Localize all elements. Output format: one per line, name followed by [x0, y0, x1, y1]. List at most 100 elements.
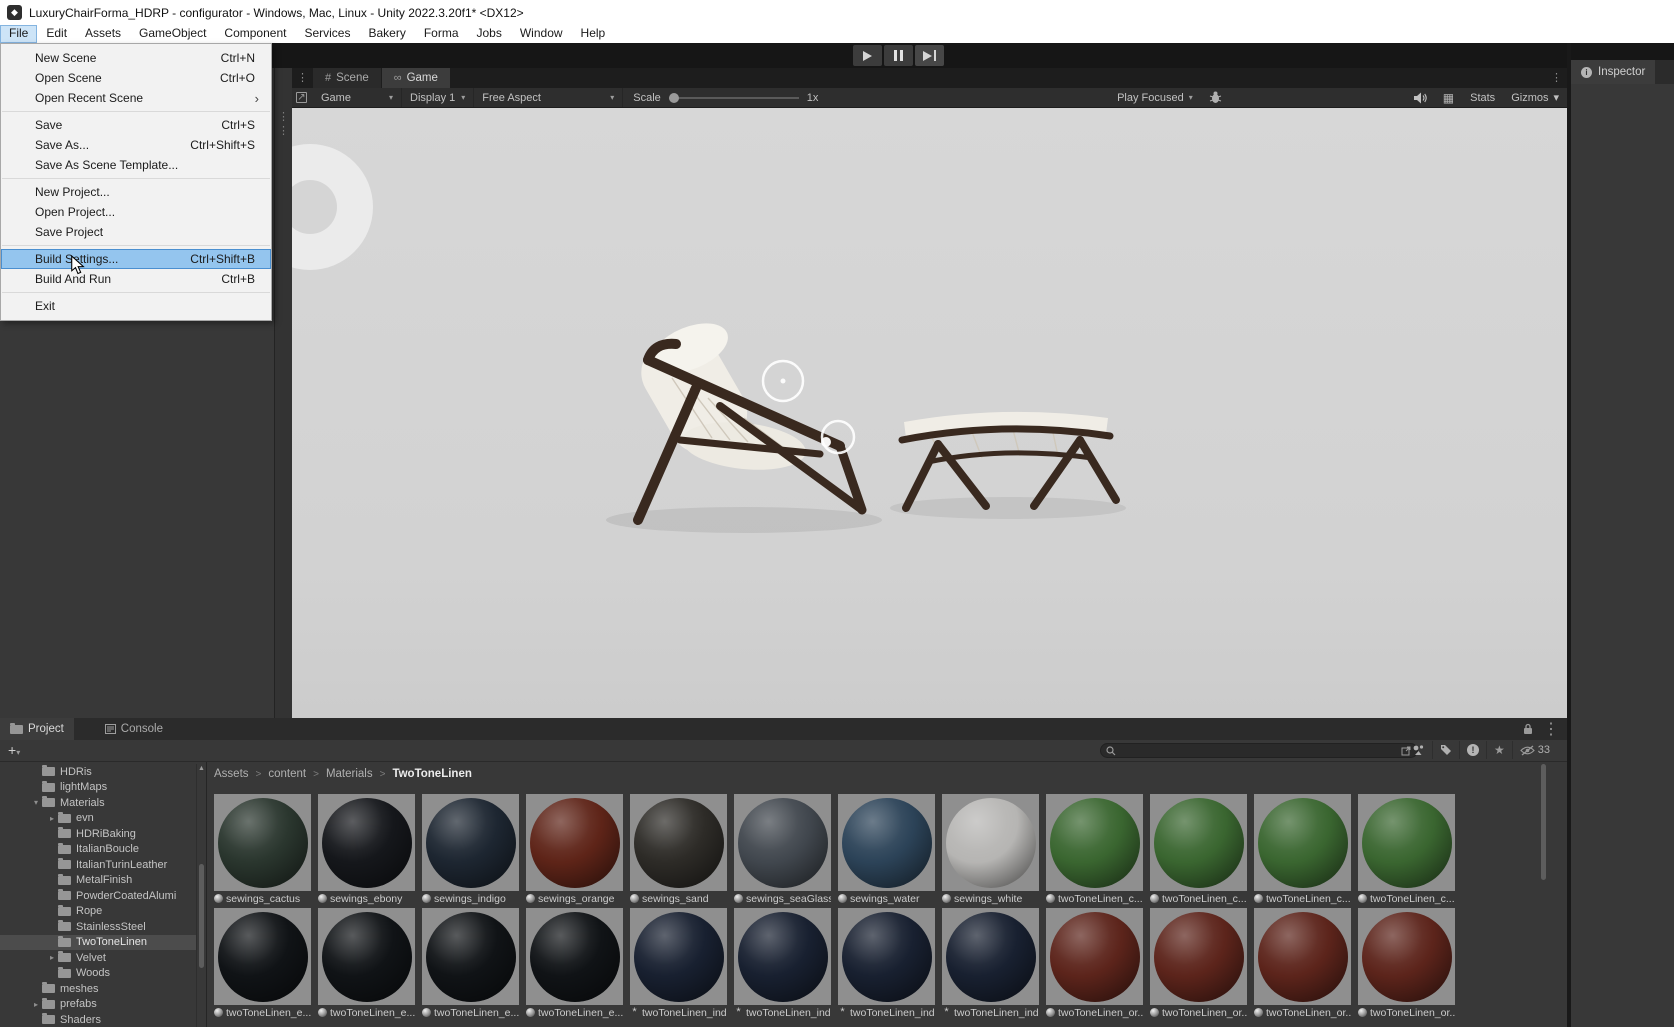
warnings-icon[interactable]: !: [1459, 741, 1486, 759]
menu-item-save[interactable]: SaveCtrl+S: [1, 115, 271, 135]
step-button[interactable]: [915, 45, 944, 66]
breadcrumb-materials[interactable]: Materials: [326, 768, 373, 780]
material-tile[interactable]: *twoToneLinen_ind...: [734, 908, 831, 1020]
tree-item-hdribaking[interactable]: HDRiBaking: [0, 826, 196, 842]
material-tile[interactable]: twoToneLinen_c...: [1254, 794, 1351, 906]
material-tile[interactable]: sewings_orange: [526, 794, 623, 906]
menu-item-open-project[interactable]: Open Project...: [1, 202, 271, 222]
tree-item-powdercoatedalumi[interactable]: PowderCoatedAlumi: [0, 888, 196, 904]
material-tile[interactable]: twoToneLinen_or...: [1254, 908, 1351, 1020]
kebab-icon[interactable]: ⋮: [275, 110, 292, 124]
menu-item-build-settings[interactable]: Build Settings...Ctrl+Shift+B: [1, 249, 271, 269]
debug-bug-icon[interactable]: [1201, 88, 1230, 107]
tree-item-shaders[interactable]: Shaders: [0, 1012, 196, 1027]
tab-project[interactable]: Project: [0, 718, 74, 740]
aspect-dropdown[interactable]: Free Aspect▾: [474, 88, 623, 107]
game-popup-dropdown[interactable]: Game▾: [313, 88, 402, 107]
material-tile[interactable]: twoToneLinen_c...: [1358, 794, 1455, 906]
breadcrumb-content[interactable]: content: [268, 768, 306, 780]
material-tile[interactable]: *twoToneLinen_ind...: [838, 908, 935, 1020]
game-viewport[interactable]: [292, 108, 1567, 718]
tree-item-lightmaps[interactable]: lightMaps: [0, 780, 196, 796]
menu-item-build-and-run[interactable]: Build And RunCtrl+B: [1, 269, 271, 289]
menu-item-new-project[interactable]: New Project...: [1, 182, 271, 202]
tab-inspector[interactable]: i Inspector: [1571, 60, 1655, 84]
material-tile[interactable]: twoToneLinen_c...: [1150, 794, 1247, 906]
tree-item-meshes[interactable]: meshes: [0, 981, 196, 997]
menu-edit[interactable]: Edit: [37, 25, 76, 43]
material-tile[interactable]: twoToneLinen_c...: [1046, 794, 1143, 906]
menu-bakery[interactable]: Bakery: [359, 25, 414, 43]
hidden-count[interactable]: 33: [1512, 741, 1557, 759]
tree-item-hdris[interactable]: HDRis: [0, 764, 196, 780]
tree-scrollbar-thumb[interactable]: [199, 864, 204, 968]
menu-jobs[interactable]: Jobs: [468, 25, 511, 43]
asset-bundle-icon[interactable]: [1405, 741, 1432, 759]
material-tile[interactable]: *twoToneLinen_ind...: [630, 908, 727, 1020]
scale-slider-knob[interactable]: [669, 93, 679, 103]
menu-component[interactable]: Component: [215, 25, 295, 43]
menu-file[interactable]: File: [0, 25, 37, 43]
tree-item-italianboucle[interactable]: ItalianBoucle: [0, 842, 196, 858]
pause-button[interactable]: [884, 45, 913, 66]
tree-scrollbar[interactable]: ▲: [196, 764, 206, 1027]
material-tile[interactable]: twoToneLinen_e...: [318, 908, 415, 1020]
menu-item-save-as-scene-template[interactable]: Save As Scene Template...: [1, 155, 271, 175]
material-tile[interactable]: twoToneLinen_e...: [214, 908, 311, 1020]
create-asset-button[interactable]: +▾: [8, 742, 20, 758]
gizmos-dropdown[interactable]: Gizmos▾: [1503, 88, 1567, 107]
tree-item-rope[interactable]: Rope: [0, 904, 196, 920]
material-tile[interactable]: *twoToneLinen_ind...: [942, 908, 1039, 1020]
label-tag-icon[interactable]: [1432, 741, 1459, 759]
material-tile[interactable]: sewings_sand: [630, 794, 727, 906]
tab-game[interactable]: ∞ Game: [382, 68, 450, 88]
menu-window[interactable]: Window: [511, 25, 572, 43]
material-tile[interactable]: twoToneLinen_e...: [422, 908, 519, 1020]
material-tile[interactable]: twoToneLinen_e...: [526, 908, 623, 1020]
menu-gameobject[interactable]: GameObject: [130, 25, 215, 43]
material-tile[interactable]: sewings_ebony: [318, 794, 415, 906]
material-tile[interactable]: sewings_indigo: [422, 794, 519, 906]
scale-slider[interactable]: [669, 97, 799, 99]
tree-item-metalfinish[interactable]: MetalFinish: [0, 873, 196, 889]
material-tile[interactable]: twoToneLinen_or...: [1150, 908, 1247, 1020]
stats-toggle[interactable]: Stats: [1462, 88, 1503, 107]
menu-assets[interactable]: Assets: [76, 25, 130, 43]
tree-item-italianturinleather[interactable]: ItalianTurinLeather: [0, 857, 196, 873]
tree-item-woods[interactable]: Woods: [0, 966, 196, 982]
tree-item-evn[interactable]: ▸evn: [0, 811, 196, 827]
display-dropdown[interactable]: Display 1▾: [402, 88, 474, 107]
favorites-icon[interactable]: ★: [1486, 741, 1512, 759]
material-tile[interactable]: twoToneLinen_or...: [1358, 908, 1455, 1020]
search-input[interactable]: [1120, 745, 1397, 757]
tree-item-twotonelinen[interactable]: TwoToneLinen: [0, 935, 196, 951]
maximize-on-play-icon[interactable]: ↗: [296, 92, 307, 103]
menu-services[interactable]: Services: [295, 25, 359, 43]
grid-scrollbar-thumb[interactable]: [1541, 764, 1546, 880]
tree-item-stainlesssteel[interactable]: StainlessSteel: [0, 919, 196, 935]
tree-item-prefabs[interactable]: ▸prefabs: [0, 997, 196, 1013]
material-tile[interactable]: sewings_cactus: [214, 794, 311, 906]
pane-menu-icon[interactable]: ⋮: [292, 68, 313, 88]
tree-item-velvet[interactable]: ▸Velvet: [0, 950, 196, 966]
pane-divider-strip[interactable]: ⋮ ⋮: [275, 68, 293, 718]
tab-scene[interactable]: # Scene: [313, 68, 381, 88]
menu-item-open-scene[interactable]: Open SceneCtrl+O: [1, 68, 271, 88]
pane-menu-icon-right[interactable]: ⋮: [1546, 68, 1567, 88]
menu-item-open-recent-scene[interactable]: Open Recent Scene›: [1, 88, 271, 108]
scroll-up-icon[interactable]: ▲: [197, 764, 206, 774]
menu-item-save-project[interactable]: Save Project: [1, 222, 271, 242]
material-tile[interactable]: twoToneLinen_or...: [1046, 908, 1143, 1020]
tab-console[interactable]: Console: [93, 718, 175, 740]
grid-scrollbar[interactable]: [1539, 762, 1548, 1027]
play-focused-dropdown[interactable]: Play Focused▾: [1109, 88, 1201, 107]
menu-item-new-scene[interactable]: New SceneCtrl+N: [1, 48, 271, 68]
menu-item-exit[interactable]: Exit: [1, 296, 271, 316]
kebab-icon[interactable]: ⋮: [1543, 719, 1559, 739]
kebab-icon[interactable]: ⋮: [275, 124, 292, 138]
material-tile[interactable]: sewings_seaGlass: [734, 794, 831, 906]
play-button[interactable]: [853, 45, 882, 66]
layout-grid-icon[interactable]: ▦: [1435, 88, 1462, 107]
lock-icon[interactable]: [1523, 723, 1533, 735]
project-search[interactable]: [1100, 743, 1418, 758]
